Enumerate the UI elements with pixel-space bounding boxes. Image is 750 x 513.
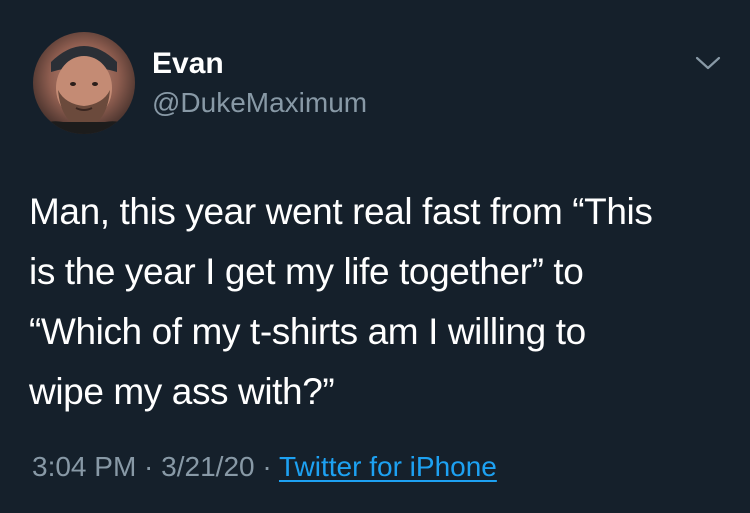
tweet-source-link[interactable]: Twitter for iPhone [279, 451, 497, 482]
avatar-image [33, 46, 135, 134]
avatar[interactable] [33, 32, 135, 134]
tweet-meta: 3:04 PM · 3/21/20 · Twitter for iPhone [32, 450, 497, 484]
meta-separator: · [136, 451, 162, 482]
tweet-text: Man, this year went real fast from “This… [29, 182, 729, 422]
tweet-text-line: wipe my ass with?” [29, 371, 335, 412]
meta-separator: · [254, 451, 279, 482]
tweet-text-line: “Which of my t-shirts am I willing to [29, 311, 586, 352]
tweet-text-line: is the year I get my life together” to [29, 251, 584, 292]
tweet-card: Evan @DukeMaximum Man, this year went re… [0, 0, 750, 513]
chevron-down-icon[interactable] [693, 52, 723, 74]
tweet-date[interactable]: 3/21/20 [161, 451, 254, 482]
tweet-text-line: Man, this year went real fast from “This [29, 191, 653, 232]
author-handle[interactable]: @DukeMaximum [152, 87, 367, 119]
tweet-time[interactable]: 3:04 PM [32, 451, 136, 482]
author-name[interactable]: Evan [152, 47, 224, 81]
